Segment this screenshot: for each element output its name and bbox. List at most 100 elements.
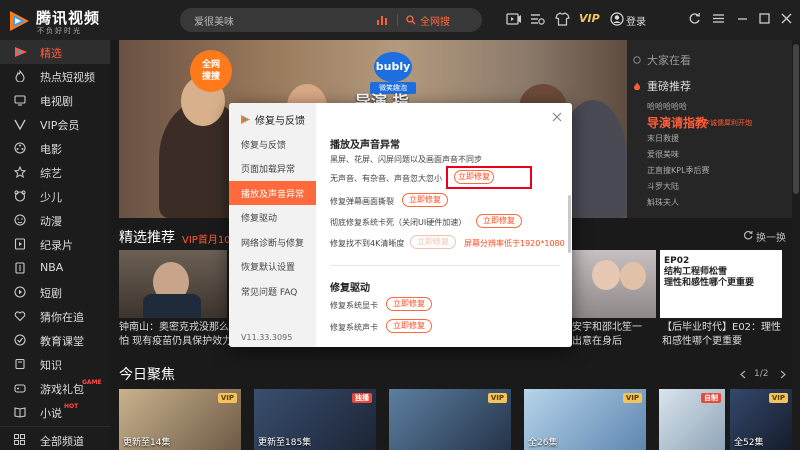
repair-danmaku-button[interactable]: 立即修复 [402, 193, 448, 207]
card-suit [143, 294, 201, 318]
section-title-playback: 播放及声音异常 [330, 140, 400, 151]
tencent-video-logo-icon [10, 11, 29, 31]
sidebar-item-knowledge[interactable]: 知识 [0, 352, 110, 376]
history-list-icon[interactable] [530, 12, 545, 26]
book-icon [15, 358, 25, 370]
sidebar-item-label: 综艺 [40, 167, 62, 180]
rp-heading-watching[interactable]: 大家在看 [647, 52, 691, 68]
picks-card-caption[interactable]: 钟南山：奥密克戎没那么可 怕 现有疫苗仍具保护效力 [119, 321, 239, 349]
dialog-nav-page-load[interactable]: 页面加载异常 [229, 156, 316, 180]
exclusive-badge: 独播 [352, 393, 372, 403]
search-all-button[interactable]: 全网搜 [406, 13, 478, 28]
dialog-nav-network[interactable]: 网络诊断与修复 [229, 230, 316, 254]
rp-item[interactable]: 哈哈哈哈哈 [647, 101, 687, 112]
sidebar-item-tv-series[interactable]: 电视剧 [0, 88, 110, 112]
login-button[interactable]: 登录 [626, 13, 646, 28]
hot-badge: HOT [64, 403, 79, 410]
rp-item[interactable]: 爱很美味 [647, 149, 679, 160]
dialog-nav-repair-driver[interactable]: 修复驱动 [229, 205, 316, 229]
heart-icon [14, 311, 26, 322]
search-input[interactable]: 爱很美味 [194, 13, 234, 28]
focus-card[interactable]: VIP [389, 389, 511, 450]
trending-chart-icon[interactable] [376, 14, 388, 26]
rp-item[interactable]: 末日救援 [647, 133, 679, 144]
picks-card-poster[interactable]: EP02 结构工程师松雪 理性和感性哪个更重要 [660, 250, 782, 318]
picks-card-thumbnail[interactable] [572, 250, 656, 318]
focus-card[interactable]: VIP 全26集 [524, 389, 646, 450]
close-dialog-icon[interactable] [552, 112, 562, 122]
novel-icon [14, 407, 26, 418]
focus-card[interactable]: VIP 更新至14集 [119, 389, 241, 450]
prev-page-icon[interactable] [739, 370, 747, 379]
banner-search-badge: 全网 搜搜 [190, 50, 232, 92]
people-icon [633, 56, 641, 64]
picks-card-caption[interactable]: 【后毕业时代】E02：理性 和感性哪个更重要 [662, 321, 781, 349]
vip-promo-text[interactable]: VIP首月10 [182, 231, 231, 246]
dialog-nav-repair-feedback[interactable]: 修复与反馈 [229, 132, 316, 156]
rp-item[interactable]: 斛珠夫人 [647, 197, 679, 208]
focus-card[interactable]: VIP 全52集 [730, 389, 792, 450]
sidebar-item-label: VIP会员 [40, 119, 80, 132]
rp-item[interactable]: 正直撞KPL季后赛 [647, 165, 710, 176]
sidebar-item-label: 游戏礼包 [40, 383, 84, 396]
search-all-label: 全网搜 [420, 17, 450, 28]
next-page-icon[interactable] [779, 370, 787, 379]
all-channels-button[interactable]: 全部频道 [0, 426, 110, 450]
pager-text: 1/2 [754, 369, 769, 379]
sidebar-item-anime[interactable]: 动漫 [0, 208, 110, 232]
search-divider [397, 14, 398, 26]
sidebar-item-short-plays[interactable]: 短剧 [0, 280, 110, 304]
sidebar-item-variety[interactable]: 综艺 [0, 160, 110, 184]
sidebar-item-hot-shorts[interactable]: 热点短视频 [0, 64, 110, 88]
sidebar-item-nba[interactable]: NBA [0, 256, 110, 280]
anime-icon [14, 214, 26, 226]
dialog-nav-playback-audio[interactable]: 播放及声音异常 [229, 181, 316, 205]
user-avatar-icon[interactable] [610, 12, 624, 26]
rp-featured-title[interactable]: 导演请指教 [647, 114, 707, 131]
maximize-icon[interactable] [758, 12, 771, 25]
tv-icon [14, 95, 26, 106]
sidebar-item-kids[interactable]: 少儿 [0, 184, 110, 208]
vip-button[interactable]: VIP [579, 12, 600, 25]
repair-soundcard-button[interactable]: 立即修复 [386, 319, 432, 333]
rp-item[interactable]: 斗罗大陆 [647, 181, 679, 192]
repair-freeze-button[interactable]: 立即修复 [476, 214, 522, 228]
sidebar-item-novels[interactable]: 小说 HOT [0, 400, 110, 424]
sidebar-item-education[interactable]: 教育课堂 [0, 328, 110, 352]
rp-heading-featured[interactable]: 重磅推荐 [647, 78, 691, 94]
page-scrollbar-thumb[interactable] [793, 44, 799, 194]
menu-icon[interactable] [712, 12, 725, 25]
refresh-page-icon[interactable] [688, 12, 701, 25]
sidebar-item-movies[interactable]: 电影 [0, 136, 110, 160]
picks-card-thumbnail[interactable] [119, 250, 227, 318]
sidebar-item-game-gifts[interactable]: 游戏礼包 GAME [0, 376, 110, 400]
skin-shirt-icon[interactable] [555, 12, 570, 26]
sidebar-item-vip[interactable]: VIP会员 [0, 112, 110, 136]
focus-card[interactable]: 自制 [659, 389, 725, 450]
sidebar-item-documentary[interactable]: 纪录片 [0, 232, 110, 256]
close-window-icon[interactable] [780, 12, 793, 25]
rp-featured-subtitle: 李诚儒犀利开炮 [703, 119, 752, 127]
sidebar-item-following[interactable]: 猜你在追 [0, 304, 110, 328]
repair-gpu-button[interactable]: 立即修复 [386, 297, 432, 311]
app-logo[interactable]: 腾讯视频 不负好时光 [6, 6, 118, 36]
focus-card-caption: 全26集 [528, 438, 558, 448]
dialog-nav-restore-defaults[interactable]: 恢复默认设置 [229, 254, 316, 278]
sidebar-item-featured[interactable]: 精选 [0, 40, 110, 64]
sidebar: 精选 热点短视频 电视剧 VIP会员 电影 综艺 少儿 动漫 纪录片 NBA 短… [0, 40, 110, 450]
search-box[interactable]: 爱很美味 全网搜 [180, 8, 482, 32]
minimize-icon[interactable] [736, 12, 749, 25]
page-scrollbar[interactable] [792, 40, 800, 450]
kid-icon [14, 190, 26, 202]
dialog-nav-faq[interactable]: 常见问题 FAQ [229, 279, 316, 303]
sidebar-item-label: 电视剧 [40, 95, 73, 108]
upload-video-icon[interactable] [506, 12, 522, 26]
section-desc-playback: 黑屏、花屏、闪屏问题以及画面声音不同步 [330, 155, 482, 164]
sidebar-item-label: 知识 [40, 359, 62, 372]
doc-icon [14, 238, 26, 250]
fire-icon [15, 70, 25, 82]
dialog-scrollbar[interactable] [568, 195, 571, 253]
picks-card-caption[interactable]: 安宇和邵北笙一 出意在身后 [572, 321, 642, 349]
poster-text: EP02 结构工程师松雪 理性和感性哪个更重要 [664, 256, 755, 288]
focus-card[interactable]: 独播 更新至185集 [254, 389, 376, 450]
